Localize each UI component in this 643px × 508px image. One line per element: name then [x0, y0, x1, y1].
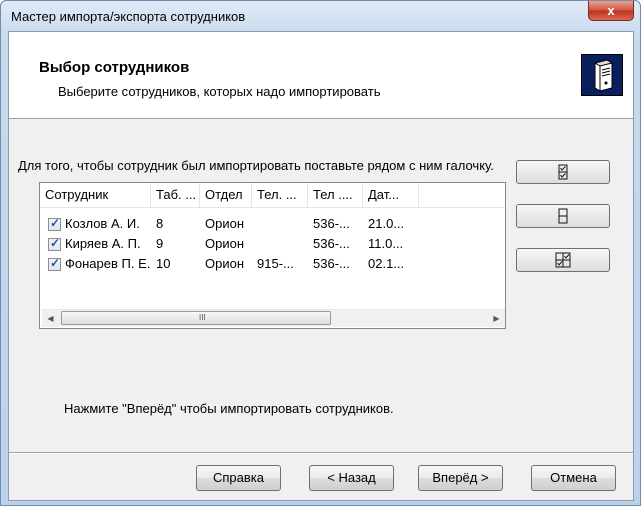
check-all-icon	[558, 164, 568, 180]
cell-date: 02.1...	[368, 256, 405, 271]
scroll-right-arrow-icon[interactable]: ▶	[488, 310, 505, 327]
column-header-department[interactable]: Отдел	[200, 183, 252, 207]
cell-tab: 8	[156, 216, 164, 231]
cell-name: Киряев А. П.	[65, 236, 141, 251]
cell-tab: 10	[156, 256, 171, 271]
window-title: Мастер импорта/экспорта сотрудников	[11, 9, 246, 24]
cell-phone1: 915-...	[257, 256, 294, 271]
server-icon	[581, 54, 623, 96]
help-button[interactable]: Справка	[196, 465, 281, 491]
column-header-date[interactable]: Дат...	[363, 183, 419, 207]
horizontal-scrollbar[interactable]: ◀ III ▶	[42, 309, 505, 327]
uncheck-all-button[interactable]	[516, 204, 610, 228]
column-header-phone2[interactable]: Тел ....	[308, 183, 363, 207]
row-checkbox[interactable]	[48, 216, 61, 231]
wizard-window: Мастер импорта/экспорта сотрудников x Вы…	[0, 0, 641, 506]
cell-phone2: 536-...	[313, 256, 350, 271]
column-header-employee[interactable]: Сотрудник	[40, 183, 151, 207]
column-header-phone1[interactable]: Тел. ...	[252, 183, 308, 207]
back-button[interactable]: < Назад	[309, 465, 394, 491]
cell-name: Фонарев П. Е.	[65, 256, 151, 271]
instruction-text: Для того, чтобы сотрудник был импортиров…	[18, 158, 494, 173]
page-title: Выбор сотрудников	[39, 59, 190, 76]
next-button[interactable]: Вперёд >	[418, 465, 503, 491]
table-row[interactable]: Козлов А. И. 8 Орион 536-... 21.0...	[40, 214, 505, 234]
row-checkbox[interactable]	[48, 256, 61, 271]
cell-phone2: 536-...	[313, 236, 350, 251]
cell-date: 21.0...	[368, 216, 405, 231]
table-row[interactable]: Фонарев П. Е. 10 Орион 915-... 536-... 0…	[40, 254, 505, 274]
cell-tab: 9	[156, 236, 164, 251]
cell-dept: Орион	[205, 216, 245, 231]
title-bar[interactable]: Мастер импорта/экспорта сотрудников x	[1, 1, 640, 31]
cell-name: Козлов А. И.	[65, 216, 140, 231]
scroll-area: ◀ III ▶	[41, 298, 505, 328]
cancel-button[interactable]: Отмена	[531, 465, 616, 491]
cell-dept: Орион	[205, 236, 245, 251]
scroll-left-arrow-icon[interactable]: ◀	[42, 310, 59, 327]
table-row[interactable]: Киряев А. П. 9 Орион 536-... 11.0...	[40, 234, 505, 254]
cell-dept: Орион	[205, 256, 245, 271]
invert-selection-button[interactable]	[516, 248, 610, 272]
cell-phone2: 536-...	[313, 216, 350, 231]
page-subtitle: Выберите сотрудников, которых надо импор…	[58, 84, 381, 99]
cell-date: 11.0...	[368, 236, 404, 251]
wizard-header: Выбор сотрудников Выберите сотрудников, …	[9, 32, 633, 119]
employees-list[interactable]: Сотрудник Таб. ... Отдел Тел. ... Тел ..…	[39, 182, 506, 329]
status-text: Нажмите "Вперёд" чтобы импортировать сот…	[64, 401, 394, 416]
check-all-button[interactable]	[516, 160, 610, 184]
invert-selection-icon	[555, 252, 571, 268]
column-header-tab-number[interactable]: Таб. ...	[151, 183, 200, 207]
close-button[interactable]: x	[588, 1, 634, 21]
uncheck-all-icon	[558, 208, 568, 224]
row-checkbox[interactable]	[48, 236, 61, 251]
wizard-client-area: Выбор сотрудников Выберите сотрудников, …	[8, 31, 634, 501]
footer-divider	[9, 452, 633, 454]
list-header: Сотрудник Таб. ... Отдел Тел. ... Тел ..…	[40, 183, 505, 208]
scrollbar-thumb[interactable]: III	[61, 311, 331, 325]
scroll-grip: III	[199, 313, 206, 322]
close-icon: x	[607, 3, 615, 18]
